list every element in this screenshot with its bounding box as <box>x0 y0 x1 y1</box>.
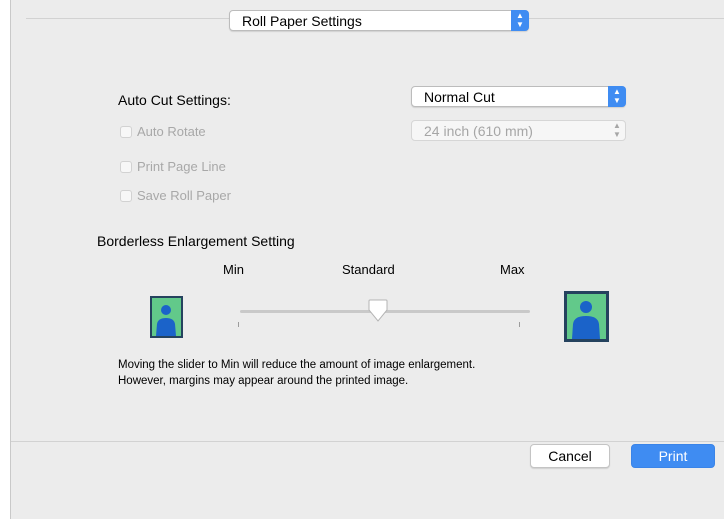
auto-rotate-label: Auto Rotate <box>137 124 206 139</box>
print-page-line-checkbox[interactable]: Print Page Line <box>120 159 226 174</box>
roll-width-select[interactable]: 24 inch (610 mm) ▲ ▼ <box>411 120 626 141</box>
roll-width-value: 24 inch (610 mm) <box>424 123 533 139</box>
enlargement-slider-knob[interactable] <box>367 299 389 323</box>
bottom-divider <box>11 441 724 442</box>
print-page-line-label: Print Page Line <box>137 159 226 174</box>
auto-cut-label: Auto Cut Settings: <box>118 92 231 108</box>
description-line-1: Moving the slider to Min will reduce the… <box>118 359 476 371</box>
panel-select-label: Roll Paper Settings <box>242 13 362 29</box>
person-large-icon <box>564 291 609 342</box>
print-dialog: Roll Paper Settings ▲ ▼ Auto Cut Settings… <box>10 0 724 519</box>
auto-rotate-checkbox[interactable]: Auto Rotate <box>120 124 206 139</box>
auto-cut-value: Normal Cut <box>424 89 495 105</box>
auto-cut-select[interactable]: Normal Cut ▲ ▼ <box>411 86 626 107</box>
slider-min-label: Min <box>223 262 244 277</box>
checkbox-box <box>120 160 132 173</box>
cancel-button[interactable]: Cancel <box>530 444 610 468</box>
person-small-icon <box>150 296 183 338</box>
enlargement-heading: Borderless Enlargement Setting <box>97 233 295 249</box>
panel-select[interactable]: Roll Paper Settings ▲ ▼ <box>229 10 529 31</box>
slider-max-label: Max <box>500 262 525 277</box>
slider-tick-max <box>519 322 520 327</box>
save-roll-paper-label: Save Roll Paper <box>137 188 231 203</box>
save-roll-paper-checkbox[interactable]: Save Roll Paper <box>120 188 231 203</box>
checkbox-box <box>120 189 132 202</box>
print-button[interactable]: Print <box>631 444 715 468</box>
slider-standard-label: Standard <box>342 262 395 277</box>
popup-arrows-icon: ▲ ▼ <box>608 86 626 107</box>
checkbox-box <box>120 125 132 138</box>
slider-tick-min <box>238 322 239 327</box>
description-line-2: However, margins may appear around the p… <box>118 375 409 387</box>
popup-arrows-icon: ▲ ▼ <box>613 121 621 139</box>
enlargement-description: Moving the slider to Min will reduce the… <box>118 357 475 389</box>
popup-arrows-icon: ▲ ▼ <box>511 10 529 31</box>
